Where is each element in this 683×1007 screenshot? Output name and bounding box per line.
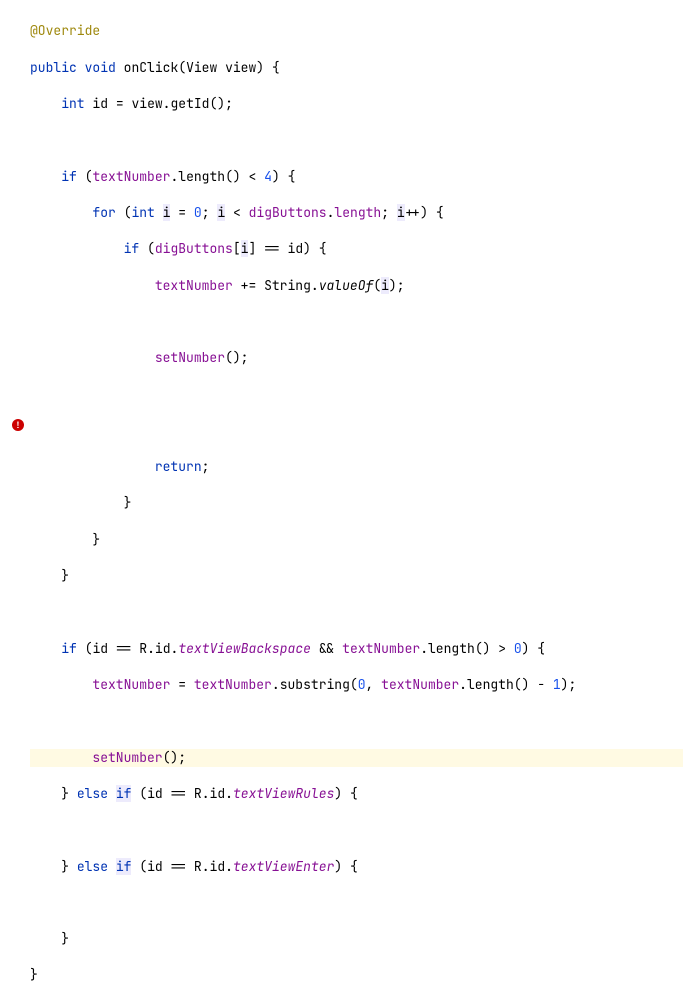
kw-if5: if — [116, 858, 132, 875]
call-valueof: valueOf — [319, 277, 374, 294]
var-id4: id — [147, 785, 163, 802]
var-i2: i — [217, 204, 225, 221]
field-digbuttons: digButtons — [249, 204, 327, 221]
num-0b: 0 — [514, 640, 522, 657]
type-r: R — [139, 640, 147, 657]
error-icon-glyph: ! — [15, 421, 20, 430]
field-textviewenter: textViewEnter — [233, 858, 334, 875]
field-length: length — [334, 204, 381, 221]
kw-int2: int — [131, 204, 154, 221]
field-digbuttons2: digButtons — [155, 240, 233, 257]
type-string: String — [264, 277, 311, 294]
call-substring: substring — [280, 676, 350, 693]
field-textnumber2: textNumber — [155, 277, 233, 294]
kw-int: int — [61, 95, 84, 112]
kw-for: for — [92, 204, 115, 221]
var-i: i — [163, 204, 171, 221]
kw-if: if — [61, 168, 77, 185]
var-id5: id — [147, 858, 163, 875]
type-view: View — [186, 59, 217, 76]
call-length3: length — [467, 676, 514, 693]
field-textnumber4: textNumber — [92, 676, 170, 693]
num-0: 0 — [194, 204, 202, 221]
type-r2: R — [194, 785, 202, 802]
field-textviewrules: textViewRules — [233, 785, 334, 802]
kw-public: public — [30, 59, 77, 76]
kw-else: else — [77, 785, 108, 802]
method-onclick: onClick — [124, 59, 179, 76]
field-textnumber3: textNumber — [342, 640, 420, 657]
code-editor[interactable]: @Override public void onClick(View view)… — [0, 0, 683, 1007]
call-length: length — [178, 168, 225, 185]
num-1: 1 — [553, 676, 561, 693]
field-id3: id — [210, 858, 226, 875]
field-textnumber: textNumber — [92, 168, 170, 185]
call-getid: getId — [170, 95, 209, 112]
call-setnumber2: setNumber — [92, 749, 162, 766]
field-textnumber5: textNumber — [194, 676, 272, 693]
kw-if2: if — [124, 240, 140, 257]
kw-void: void — [85, 59, 116, 76]
kw-else2: else — [77, 858, 108, 875]
call-length2: length — [428, 640, 475, 657]
field-textnumber6: textNumber — [381, 676, 459, 693]
var-i3: i — [397, 204, 405, 221]
var-view: view — [131, 95, 162, 112]
var-id: id — [92, 95, 108, 112]
num-4: 4 — [264, 168, 272, 185]
gutter: ! — [0, 0, 28, 572]
annotation-override: @Override — [30, 22, 100, 39]
field-textviewbackspace: textViewBackspace — [178, 640, 311, 657]
var-id3: id — [92, 640, 108, 657]
param-view: view — [225, 59, 256, 76]
type-r3: R — [194, 858, 202, 875]
kw-return: return — [155, 458, 202, 475]
var-i5: i — [381, 277, 389, 294]
kw-if3: if — [61, 640, 77, 657]
call-setnumber: setNumber — [155, 349, 225, 366]
num-0c: 0 — [358, 676, 366, 693]
var-id2: id — [288, 240, 304, 257]
kw-if4: if — [116, 785, 132, 802]
field-id2: id — [210, 785, 226, 802]
error-icon[interactable]: ! — [12, 419, 24, 431]
field-id: id — [155, 640, 171, 657]
